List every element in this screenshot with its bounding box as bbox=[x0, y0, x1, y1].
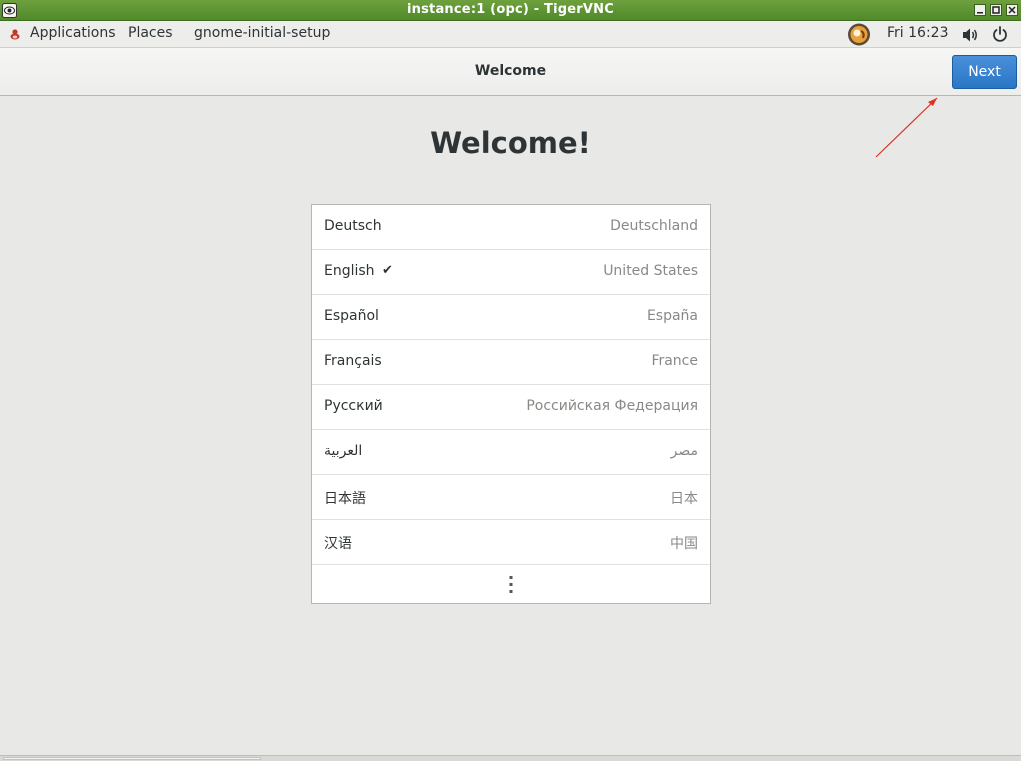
volume-icon[interactable] bbox=[962, 27, 980, 43]
language-name: 汉语 bbox=[324, 536, 352, 552]
minimize-icon[interactable] bbox=[974, 4, 986, 16]
language-country: Deutschland bbox=[610, 218, 698, 234]
maximize-icon[interactable] bbox=[990, 4, 1002, 16]
places-menu[interactable]: Places bbox=[128, 25, 173, 41]
checkmark-icon: ✔ bbox=[382, 263, 393, 278]
app-menu[interactable]: gnome-initial-setup bbox=[194, 25, 330, 41]
language-list: Deutsch Deutschland English ✔ United States E… bbox=[311, 204, 711, 604]
header-bar: Welcome Next bbox=[0, 48, 1021, 96]
applications-icon[interactable] bbox=[8, 27, 22, 41]
vnc-window-title: instance:1 (opc) - TigerVNC bbox=[407, 2, 614, 17]
language-row[interactable]: Español España bbox=[312, 295, 710, 340]
language-name: English bbox=[324, 263, 375, 279]
language-country: España bbox=[646, 308, 698, 324]
more-languages-row[interactable] bbox=[312, 565, 710, 605]
language-name: Deutsch bbox=[324, 218, 382, 234]
close-icon[interactable] bbox=[1006, 4, 1018, 16]
horizontal-scrollbar[interactable] bbox=[0, 755, 1021, 761]
language-country: مصر bbox=[670, 443, 698, 459]
language-row[interactable]: Deutsch Deutschland bbox=[312, 205, 710, 250]
language-name: Français bbox=[324, 353, 382, 369]
welcome-heading: Welcome! bbox=[430, 126, 591, 160]
language-row[interactable]: Français France bbox=[312, 340, 710, 385]
power-icon[interactable] bbox=[992, 26, 1008, 42]
language-row[interactable]: 汉语 中国 bbox=[312, 520, 710, 565]
clock[interactable]: Fri 16:23 bbox=[887, 25, 948, 41]
language-name: العربية bbox=[324, 443, 363, 459]
language-country: Российская Федерация bbox=[526, 398, 698, 414]
language-country: 日本 bbox=[670, 491, 698, 507]
language-country: United States bbox=[603, 263, 698, 279]
next-button[interactable]: Next bbox=[952, 55, 1017, 89]
gnome-topbar: Applications Places gnome-initial-setup … bbox=[0, 21, 1021, 48]
avatar-icon[interactable] bbox=[847, 23, 871, 46]
language-name: Русский bbox=[324, 398, 383, 414]
vertical-ellipsis-icon[interactable] bbox=[509, 576, 513, 594]
applications-menu[interactable]: Applications bbox=[30, 25, 116, 41]
language-row[interactable]: 日本語 日本 bbox=[312, 475, 710, 520]
language-row[interactable]: English ✔ United States bbox=[312, 250, 710, 295]
language-country: 中国 bbox=[670, 536, 698, 552]
language-name: 日本語 bbox=[324, 491, 366, 507]
language-name: Español bbox=[324, 308, 379, 324]
vnc-titlebar: instance:1 (opc) - TigerVNC bbox=[0, 0, 1021, 21]
language-country: France bbox=[651, 353, 698, 369]
language-row[interactable]: Русский Российская Федерация bbox=[312, 385, 710, 430]
language-row[interactable]: العربية مصر bbox=[312, 430, 710, 475]
page-title: Welcome bbox=[474, 63, 547, 79]
